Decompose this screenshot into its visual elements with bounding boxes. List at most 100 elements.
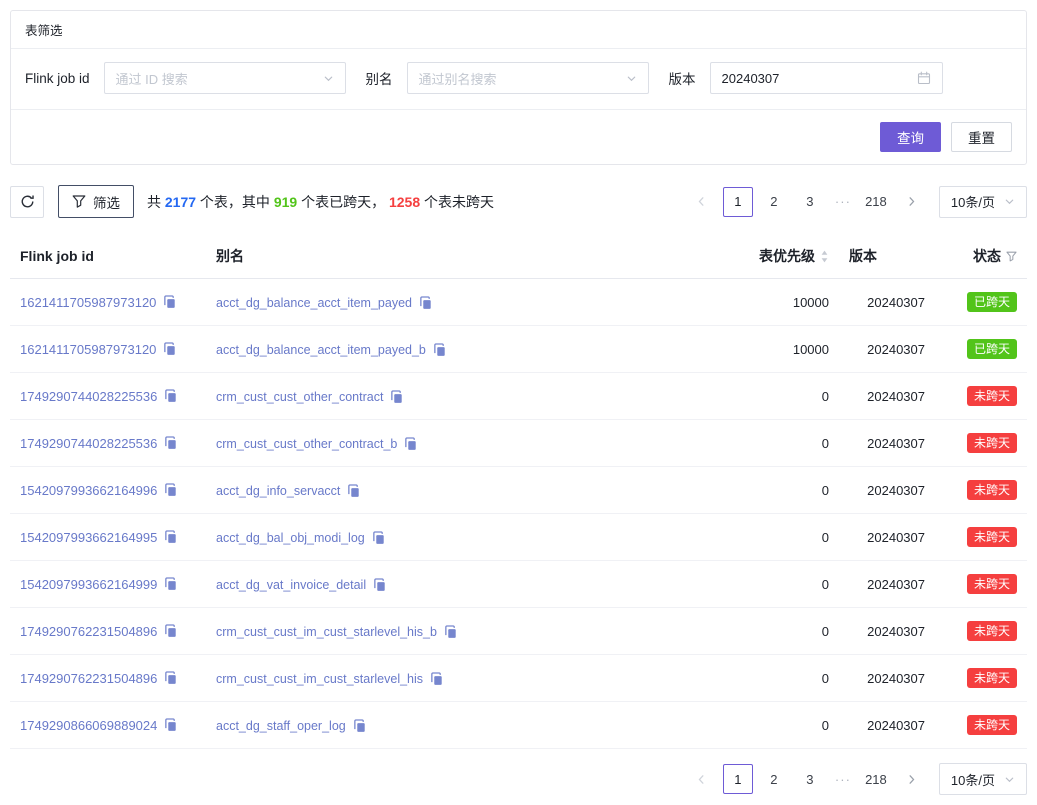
alias-link[interactable]: crm_cust_cust_other_contract_b	[216, 437, 397, 451]
page-button-3[interactable]: 3	[795, 187, 825, 217]
total-count: 2177	[165, 194, 196, 210]
copy-icon[interactable]	[419, 296, 432, 310]
table-row: 1749290744028225536 crm_cust_cust_other_…	[10, 373, 1027, 420]
job-id-link[interactable]: 1542097993662164996	[20, 483, 157, 498]
column-header-version: 版本	[839, 234, 935, 279]
alias-link[interactable]: acct_dg_info_servacct	[216, 484, 340, 498]
copy-icon[interactable]	[164, 624, 177, 638]
job-id-link[interactable]: 1749290744028225536	[20, 436, 157, 451]
version-label: 版本	[669, 68, 696, 88]
page-button-1[interactable]: 1	[723, 187, 753, 217]
priority-value: 0	[711, 608, 839, 655]
table-row: 1749290762231504896 crm_cust_cust_im_cus…	[10, 608, 1027, 655]
page-size-select[interactable]: 10条/页	[939, 763, 1027, 795]
alias-label: 别名	[366, 68, 393, 88]
page-button-2[interactable]: 2	[759, 187, 789, 217]
table-row: 1542097993662164996 acct_dg_info_servacc…	[10, 467, 1027, 514]
copy-icon[interactable]	[163, 342, 176, 356]
alias-link[interactable]: acct_dg_balance_acct_item_payed	[216, 296, 412, 310]
job-id-link[interactable]: 1542097993662164999	[20, 577, 157, 592]
next-page-button[interactable]	[897, 187, 927, 217]
filter-actions: 查询 重置	[11, 109, 1026, 164]
version-value: 20240307	[839, 608, 935, 655]
prev-page-button[interactable]	[687, 187, 717, 217]
version-date-value: 20240307	[722, 71, 780, 86]
status-badge: 已跨天	[967, 292, 1017, 312]
alias-select[interactable]: 通过别名搜索	[407, 62, 649, 94]
copy-icon[interactable]	[163, 295, 176, 309]
copy-icon[interactable]	[164, 530, 177, 544]
job-id-link[interactable]: 1542097993662164995	[20, 530, 157, 545]
copy-icon[interactable]	[164, 436, 177, 450]
filter-panel-title: 表筛选	[25, 24, 63, 38]
pagination-ellipsis[interactable]: ···	[831, 194, 855, 209]
copy-icon[interactable]	[164, 577, 177, 591]
copy-icon[interactable]	[404, 437, 417, 451]
version-value: 20240307	[839, 279, 935, 326]
job-id-link[interactable]: 1749290762231504896	[20, 624, 157, 639]
copy-icon[interactable]	[373, 578, 386, 592]
prev-page-button[interactable]	[687, 764, 717, 794]
job-id-link[interactable]: 1749290744028225536	[20, 389, 157, 404]
alias-link[interactable]: acct_dg_bal_obj_modi_log	[216, 531, 365, 545]
copy-icon[interactable]	[164, 389, 177, 403]
page: 表筛选 Flink job id 通过 ID 搜索 别名 通过别名搜索 版本 2…	[0, 0, 1037, 805]
query-button[interactable]: 查询	[880, 122, 941, 152]
page-button-last[interactable]: 218	[861, 764, 891, 794]
job-id-link[interactable]: 1749290866069889024	[20, 718, 157, 733]
version-date-input[interactable]: 20240307	[710, 62, 943, 94]
status-badge: 未跨天	[967, 668, 1017, 688]
copy-icon[interactable]	[444, 625, 457, 639]
summary-part: 个表已跨天，	[297, 194, 389, 210]
status-badge: 未跨天	[967, 574, 1017, 594]
status-header-label: 状态	[973, 246, 1001, 266]
priority-value: 0	[711, 420, 839, 467]
page-button-3[interactable]: 3	[795, 764, 825, 794]
job-id-link[interactable]: 1749290762231504896	[20, 671, 157, 686]
copy-icon[interactable]	[164, 483, 177, 497]
filter-icon[interactable]	[1006, 251, 1017, 262]
alias-link[interactable]: acct_dg_staff_oper_log	[216, 719, 346, 733]
version-value: 20240307	[839, 514, 935, 561]
page-button-2[interactable]: 2	[759, 764, 789, 794]
flink-job-id-select[interactable]: 通过 ID 搜索	[104, 62, 346, 94]
copy-icon[interactable]	[164, 718, 177, 732]
crossed-count: 919	[274, 194, 297, 210]
copy-icon[interactable]	[372, 531, 385, 545]
page-size-value: 10条/页	[951, 770, 995, 789]
summary-text: 共 2177 个表，其中 919 个表已跨天， 1258 个表未跨天	[147, 192, 494, 212]
refresh-button[interactable]	[10, 186, 44, 218]
copy-icon[interactable]	[164, 671, 177, 685]
filter-toggle-button[interactable]: 筛选	[58, 185, 134, 218]
alias-link[interactable]: acct_dg_vat_invoice_detail	[216, 578, 366, 592]
alias-link[interactable]: crm_cust_cust_other_contract	[216, 390, 383, 404]
copy-icon[interactable]	[390, 390, 403, 404]
copy-icon[interactable]	[433, 343, 446, 357]
copy-icon[interactable]	[347, 484, 360, 498]
copy-icon[interactable]	[353, 719, 366, 733]
version-value: 20240307	[839, 561, 935, 608]
priority-value: 0	[711, 702, 839, 749]
alias-link[interactable]: crm_cust_cust_im_cust_starlevel_his	[216, 672, 423, 686]
job-id-link[interactable]: 1621411705987973120	[20, 295, 156, 310]
page-button-1[interactable]: 1	[723, 764, 753, 794]
page-size-select[interactable]: 10条/页	[939, 186, 1027, 218]
status-badge: 已跨天	[967, 339, 1017, 359]
copy-icon[interactable]	[430, 672, 443, 686]
next-page-button[interactable]	[897, 764, 927, 794]
bottom-bar: 1 2 3 ··· 218 10条/页	[10, 763, 1027, 795]
alias-link[interactable]: crm_cust_cust_im_cust_starlevel_his_b	[216, 625, 437, 639]
column-header-status[interactable]: 状态	[935, 234, 1027, 279]
page-button-last[interactable]: 218	[861, 187, 891, 217]
column-header-priority[interactable]: 表优先级	[711, 234, 839, 279]
version-value: 20240307	[839, 326, 935, 373]
version-value: 20240307	[839, 702, 935, 749]
uncrossed-count: 1258	[389, 194, 420, 210]
sort-icon[interactable]	[820, 250, 829, 263]
alias-link[interactable]: acct_dg_balance_acct_item_payed_b	[216, 343, 426, 357]
job-id-link[interactable]: 1621411705987973120	[20, 342, 156, 357]
pagination-ellipsis[interactable]: ···	[831, 772, 855, 787]
status-badge: 未跨天	[967, 715, 1017, 735]
reset-button[interactable]: 重置	[951, 122, 1012, 152]
version-value: 20240307	[839, 467, 935, 514]
